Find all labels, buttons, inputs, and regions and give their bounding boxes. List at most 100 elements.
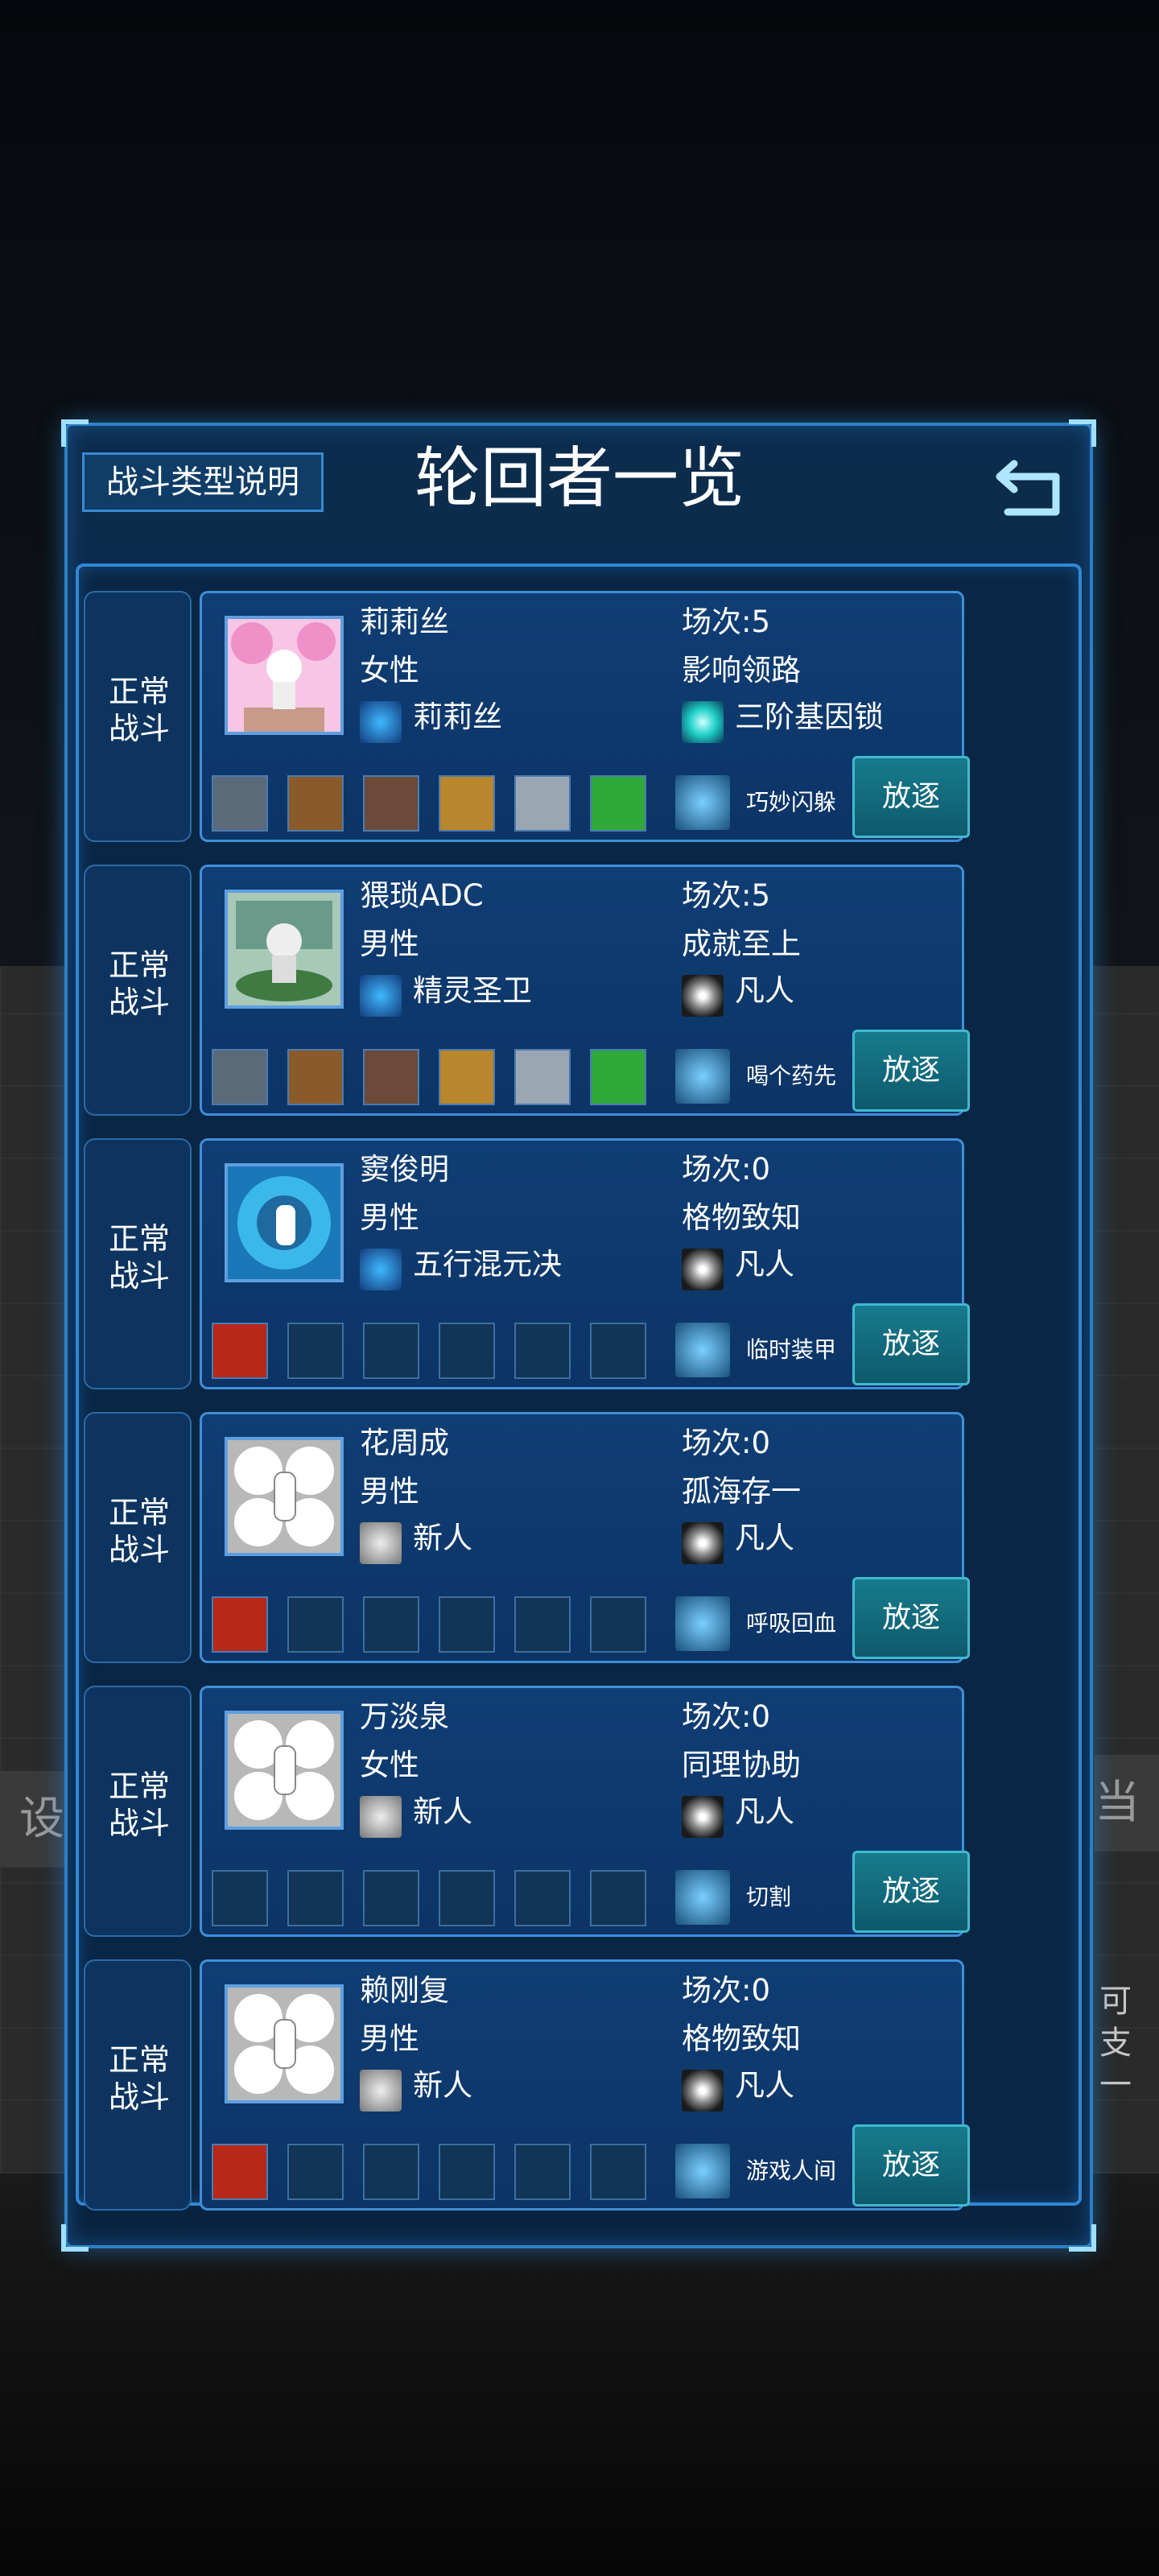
gene-lock-icon <box>682 1796 724 1838</box>
equipment-item-icon[interactable] <box>287 775 344 832</box>
character-name: 赖刚复 <box>360 1973 449 2008</box>
equipment-item-icon[interactable] <box>439 775 495 832</box>
equipment-item-icon[interactable] <box>439 1049 495 1105</box>
exile-button[interactable]: 放逐 <box>852 756 970 838</box>
empty-equipment-slot[interactable] <box>590 1323 646 1379</box>
gene-lock-level: 凡人 <box>735 2068 794 2103</box>
battle-type-line2: 战斗 <box>108 1258 170 1294</box>
equipment-item-icon[interactable] <box>514 775 571 832</box>
bloodline-icon <box>360 975 402 1017</box>
character-info: 万淡泉 女性 新人 场次:0 同理协助 凡人 切割 放逐 <box>200 1686 970 1937</box>
empty-equipment-slot[interactable] <box>514 1596 571 1653</box>
character-avatar[interactable] <box>225 616 344 735</box>
battle-type-line1: 正常 <box>108 1495 170 1530</box>
empty-equipment-slot[interactable] <box>287 1870 344 1926</box>
character-card[interactable]: 正常 战斗 窦俊明 男性 五行混元决 场次:0 格物致知 凡人 临时装甲 放逐 <box>84 1138 970 1389</box>
battle-type-help-button[interactable]: 战斗类型说明 <box>82 452 324 512</box>
empty-equipment-slot[interactable] <box>363 1870 419 1926</box>
character-avatar[interactable] <box>225 1163 344 1282</box>
empty-equipment-slot[interactable] <box>439 2144 495 2200</box>
battle-type-box: 正常 战斗 <box>84 591 192 842</box>
exile-button[interactable]: 放逐 <box>852 1577 970 1659</box>
equipment-item-icon[interactable] <box>363 775 419 832</box>
empty-equipment-slot[interactable] <box>287 2144 344 2200</box>
empty-equipment-slot[interactable] <box>439 1870 495 1926</box>
empty-equipment-slot[interactable] <box>439 1323 495 1379</box>
equipment-item-icon[interactable] <box>212 1596 268 1653</box>
empty-equipment-slot[interactable] <box>590 2144 646 2200</box>
battle-type-line1: 正常 <box>108 674 170 709</box>
battle-type-line2: 战斗 <box>108 2079 170 2115</box>
character-card[interactable]: 正常 战斗 莉莉丝 女性 莉莉丝 场次:5 影响领路 三阶基因锁 巧妙闪躲 放逐 <box>84 591 970 842</box>
character-avatar[interactable] <box>225 1984 344 2103</box>
match-count: 场次:5 <box>682 605 771 639</box>
gene-lock-icon <box>682 1522 724 1564</box>
exile-button[interactable]: 放逐 <box>852 1851 970 1933</box>
empty-equipment-slot[interactable] <box>439 1596 495 1653</box>
character-card[interactable]: 正常 战斗 花周成 男性 新人 场次:0 孤海存一 凡人 呼吸回血 放逐 <box>84 1412 970 1663</box>
bloodline-name: 莉莉丝 <box>413 700 502 734</box>
skill-icon <box>675 1049 730 1104</box>
character-avatar[interactable] <box>225 1711 344 1830</box>
character-trait: 格物致知 <box>682 1200 801 1235</box>
equipment-item-icon[interactable] <box>514 1049 571 1105</box>
empty-equipment-slot[interactable] <box>514 1870 571 1926</box>
gene-lock-level: 凡人 <box>735 973 794 1008</box>
battle-type-line2: 战斗 <box>108 1806 170 1841</box>
empty-equipment-slot[interactable] <box>287 1323 344 1379</box>
empty-equipment-slot[interactable] <box>514 2144 571 2200</box>
skill-icon <box>675 1323 730 1377</box>
character-card[interactable]: 正常 战斗 赖刚复 男性 新人 场次:0 格物致知 凡人 游戏人间 放逐 <box>84 1959 970 2211</box>
skill-name: 游戏人间 <box>746 2157 837 2184</box>
empty-equipment-slot[interactable] <box>590 1596 646 1653</box>
character-name: 窦俊明 <box>360 1152 449 1187</box>
equipment-item-icon[interactable] <box>212 1323 268 1379</box>
character-gender: 男性 <box>360 1474 419 1509</box>
character-card[interactable]: 正常 战斗 万淡泉 女性 新人 场次:0 同理协助 凡人 切割 放逐 <box>84 1686 970 1937</box>
character-trait: 影响领路 <box>682 653 801 687</box>
empty-equipment-slot[interactable] <box>363 2144 419 2200</box>
equipment-item-icon[interactable] <box>287 1049 344 1105</box>
empty-equipment-slot[interactable] <box>514 1323 571 1379</box>
character-name: 花周成 <box>360 1426 449 1460</box>
character-info: 花周成 男性 新人 场次:0 孤海存一 凡人 呼吸回血 放逐 <box>200 1412 970 1663</box>
character-gender: 女性 <box>360 1748 419 1782</box>
background-tip: 可 支 一 <box>1099 1983 1132 2103</box>
equipment-item-icon[interactable] <box>590 1049 646 1105</box>
return-arrow-icon[interactable] <box>990 444 1067 522</box>
page-title: 轮回者一览 <box>414 440 744 517</box>
gene-lock-level: 三阶基因锁 <box>735 700 884 734</box>
exile-button[interactable]: 放逐 <box>852 1030 970 1112</box>
match-count: 场次:0 <box>682 1426 771 1460</box>
bloodline-name: 新人 <box>413 1794 472 1829</box>
skill-name: 喝个药先 <box>746 1063 837 1089</box>
empty-equipment-slot[interactable] <box>363 1596 419 1653</box>
character-avatar[interactable] <box>225 890 344 1009</box>
equipment-item-icon[interactable] <box>212 2144 268 2200</box>
equipment-item-icon[interactable] <box>363 1049 419 1105</box>
exile-button[interactable]: 放逐 <box>852 1303 970 1385</box>
background-left-text: 设 <box>0 1771 64 1868</box>
bloodline-name: 新人 <box>413 2068 472 2103</box>
equipment-item-icon[interactable] <box>590 775 646 832</box>
skill-icon <box>675 1870 730 1925</box>
skill-icon <box>675 775 730 830</box>
character-gender: 男性 <box>360 1200 419 1235</box>
exile-button[interactable]: 放逐 <box>852 2124 970 2207</box>
battle-type-box: 正常 战斗 <box>84 1138 192 1389</box>
empty-equipment-slot[interactable] <box>590 1870 646 1926</box>
character-gender: 女性 <box>360 653 419 687</box>
skill-icon <box>675 1596 730 1651</box>
bloodline-icon <box>360 1796 402 1838</box>
equipment-item-icon[interactable] <box>212 1049 268 1105</box>
battle-type-line2: 战斗 <box>108 711 170 746</box>
character-info: 莉莉丝 女性 莉莉丝 场次:5 影响领路 三阶基因锁 巧妙闪躲 放逐 <box>200 591 970 842</box>
empty-equipment-slot[interactable] <box>363 1323 419 1379</box>
empty-equipment-slot[interactable] <box>287 1596 344 1653</box>
empty-equipment-slot[interactable] <box>212 1870 268 1926</box>
character-name: 莉莉丝 <box>360 605 449 639</box>
gene-lock-icon <box>682 701 724 743</box>
character-card[interactable]: 正常 战斗 猥琐ADC 男性 精灵圣卫 场次:5 成就至上 凡人 喝个药先 放逐 <box>84 865 970 1116</box>
equipment-item-icon[interactable] <box>212 775 268 832</box>
character-avatar[interactable] <box>225 1437 344 1556</box>
